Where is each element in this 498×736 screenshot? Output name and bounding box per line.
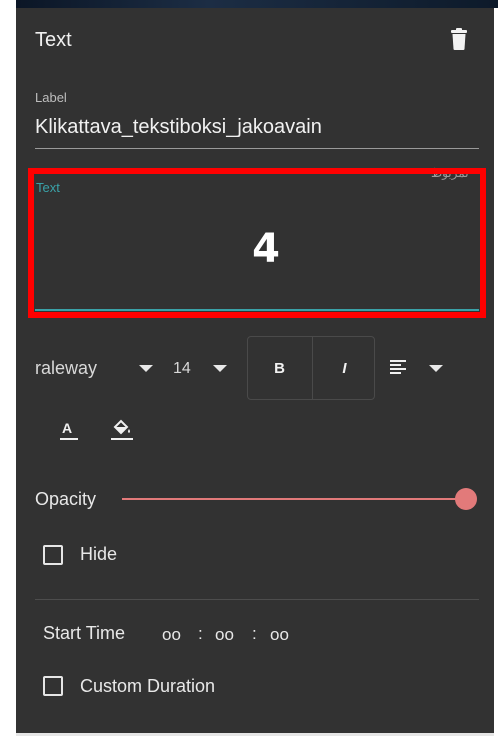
opacity-label: Opacity [35,489,97,509]
paint-bucket-icon[interactable] [112,418,132,436]
bold-button[interactable]: B [248,337,311,399]
label-input[interactable]: Klikattava_tekstiboksi_jakoavain [35,116,479,149]
align-left-icon[interactable] [390,360,408,374]
start-time-label: Start Time [43,623,126,643]
font-size-select[interactable]: 14 [173,360,191,378]
text-color-swatch [60,438,78,440]
text-properties-panel: Text Label Klikattava_tekstiboksi_jakoav… [16,8,494,734]
chevron-down-icon[interactable] [139,365,153,372]
italic-button[interactable]: I [313,337,376,399]
chevron-down-icon[interactable] [429,365,443,372]
font-family-select[interactable]: raleway [35,358,97,379]
chevron-down-icon[interactable] [213,365,227,372]
panel-title: Text [35,29,72,51]
custom-duration-checkbox[interactable] [43,676,63,696]
fill-color-swatch [111,438,133,440]
time-separator: : [198,624,203,643]
background-strip [16,0,498,8]
hide-checkbox[interactable] [43,545,63,565]
time-separator: : [252,624,257,643]
opacity-slider-track[interactable] [122,498,466,500]
section-divider [35,599,479,600]
text-input[interactable]: 4 [216,226,316,272]
hide-label: Hide [80,544,118,564]
text-style-group: B I [247,336,375,400]
start-time-hours[interactable]: oo [162,625,181,645]
text-input-underline [35,309,479,311]
start-time-seconds[interactable]: oo [270,625,289,645]
text-color-icon[interactable]: A [62,420,72,436]
text-caption: Text [36,180,60,195]
trash-icon[interactable] [450,28,468,50]
opacity-slider-thumb[interactable] [455,488,477,510]
start-time-minutes[interactable]: oo [215,625,234,645]
label-caption: Label [35,90,67,105]
custom-duration-label: Custom Duration [80,676,216,696]
